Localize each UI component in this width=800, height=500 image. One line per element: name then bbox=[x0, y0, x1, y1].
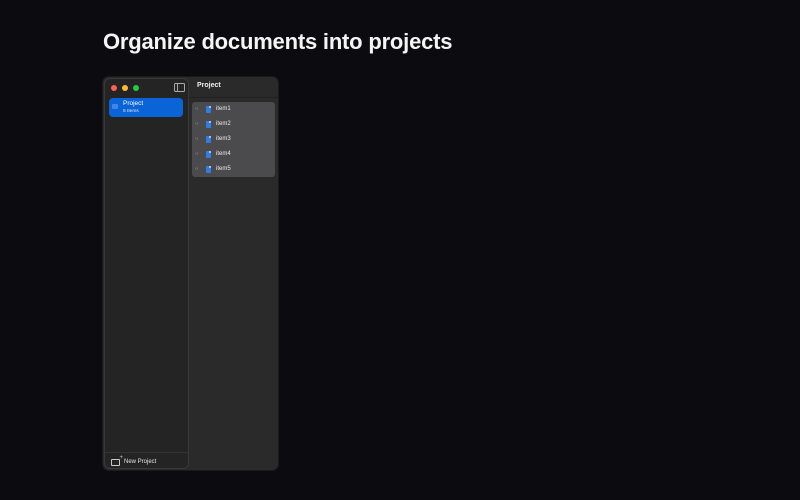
disclosure-icon[interactable]: ‹› bbox=[195, 136, 198, 142]
document-icon bbox=[206, 150, 211, 158]
list-item[interactable]: ‹› item4 bbox=[192, 147, 275, 162]
list-item[interactable]: ‹› item3 bbox=[192, 132, 275, 147]
page-headline: Organize documents into projects bbox=[103, 29, 453, 54]
detail-title: Project bbox=[197, 82, 221, 89]
sidebar-item-project[interactable]: Project 5 Items bbox=[109, 98, 183, 117]
list-item-label: item4 bbox=[216, 151, 231, 157]
title-divider bbox=[189, 97, 278, 98]
disclosure-icon[interactable]: ‹› bbox=[195, 121, 198, 127]
list-item[interactable]: ‹› item5 bbox=[192, 162, 275, 177]
sidebar: Project 5 Items New Project bbox=[105, 79, 188, 468]
list-item-label: item2 bbox=[216, 121, 231, 127]
sidebar-divider bbox=[105, 452, 188, 453]
list-item-label: item3 bbox=[216, 136, 231, 142]
new-folder-icon bbox=[111, 455, 123, 466]
document-icon bbox=[206, 135, 211, 143]
zoom-window-button[interactable] bbox=[133, 85, 139, 91]
new-project-label: New Project bbox=[124, 459, 157, 465]
list-item-label: item5 bbox=[216, 166, 231, 172]
close-window-button[interactable] bbox=[111, 85, 117, 91]
list-item[interactable]: ‹› item2 bbox=[192, 117, 275, 132]
sidebar-toggle-icon[interactable] bbox=[174, 83, 185, 92]
list-item[interactable]: ‹› item1 bbox=[192, 102, 275, 117]
disclosure-icon[interactable]: ‹› bbox=[195, 151, 198, 157]
new-project-button[interactable]: New Project bbox=[111, 455, 157, 467]
disclosure-icon[interactable]: ‹› bbox=[195, 106, 198, 112]
disclosure-icon[interactable]: ‹› bbox=[195, 166, 198, 172]
list-item-label: item1 bbox=[216, 106, 231, 112]
minimize-window-button[interactable] bbox=[122, 85, 128, 91]
project-name: Project bbox=[123, 100, 144, 107]
document-icon bbox=[206, 165, 211, 173]
project-item-count: 5 Items bbox=[123, 109, 139, 114]
document-icon bbox=[206, 120, 211, 128]
folder-icon bbox=[112, 104, 118, 109]
document-icon bbox=[206, 105, 211, 113]
item-list: ‹› item1 ‹› item2 ‹› item3 ‹› item4 ‹› i… bbox=[192, 102, 275, 177]
app-window: Project 5 Items New Project Project ‹› i… bbox=[103, 77, 278, 470]
